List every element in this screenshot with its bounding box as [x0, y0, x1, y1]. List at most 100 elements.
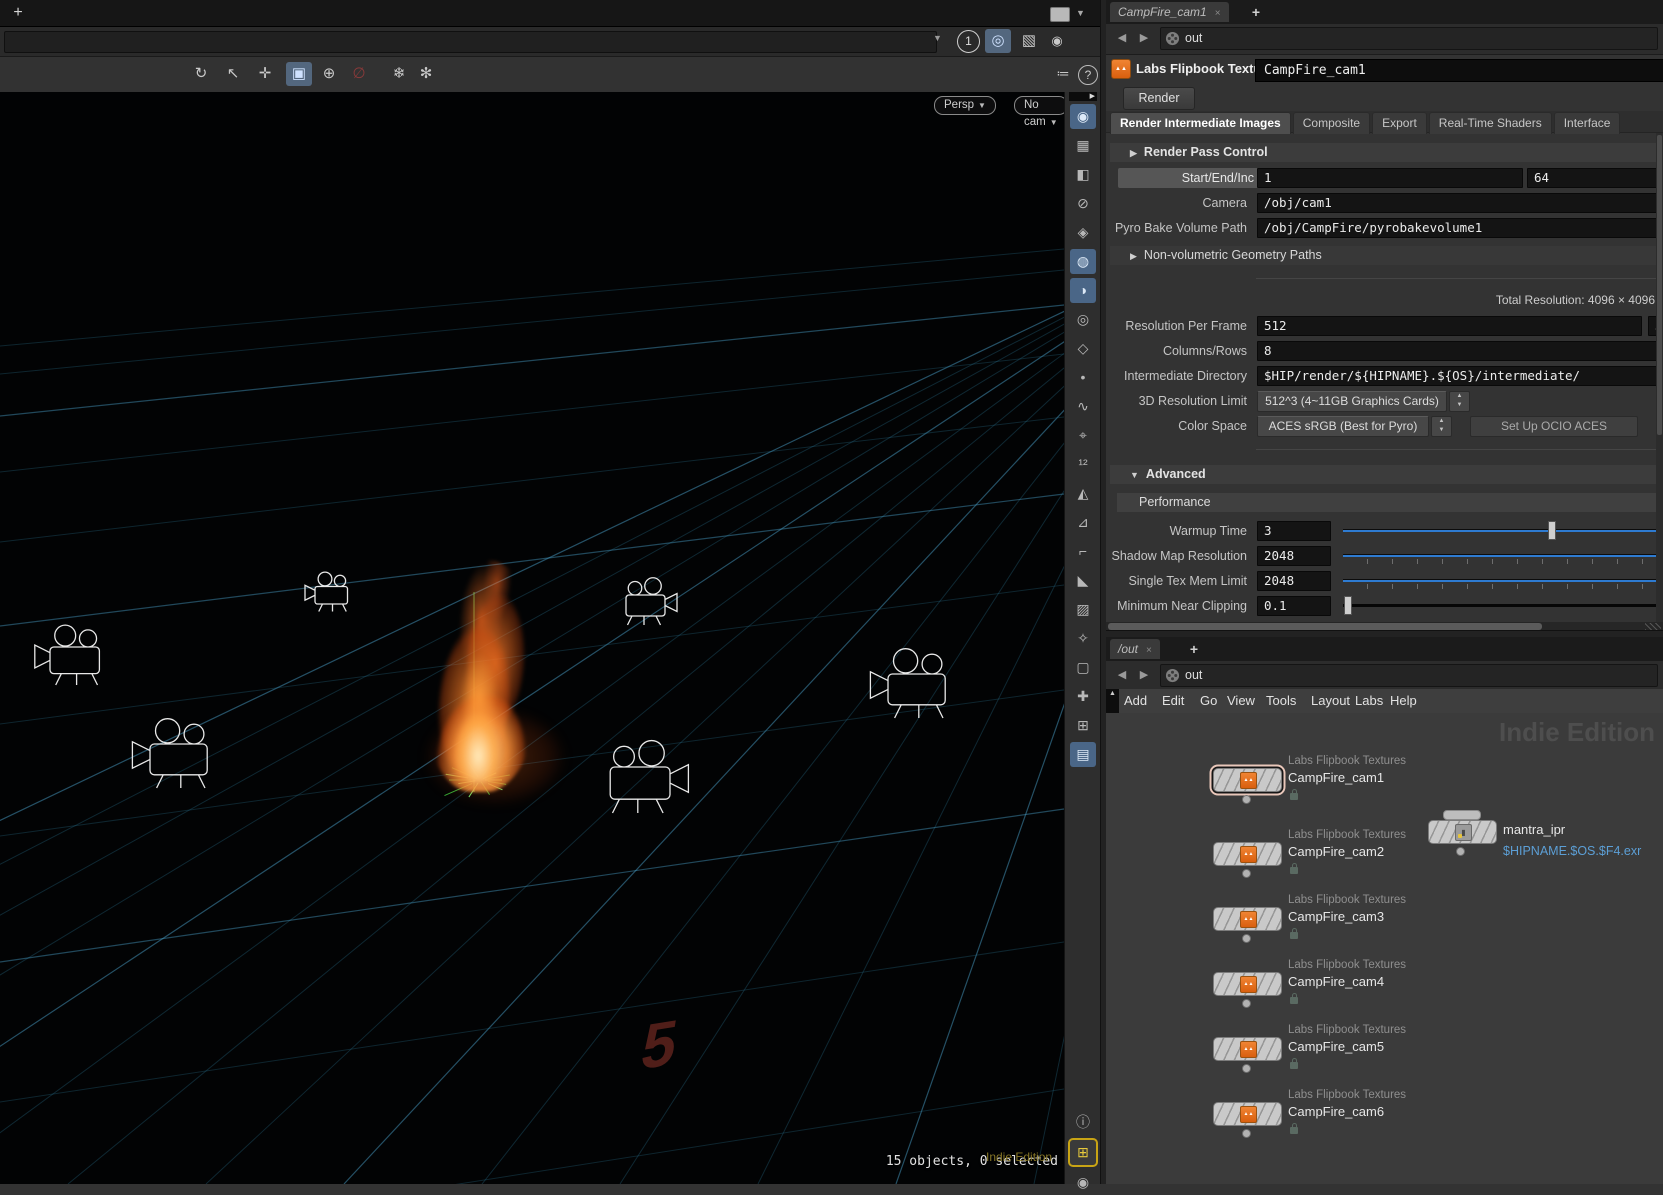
geometry-cube-icon[interactable]: ▧: [1016, 29, 1042, 53]
scrollbar-thumb[interactable]: [1108, 623, 1542, 630]
node-name-label[interactable]: CampFire_cam4: [1288, 974, 1384, 989]
node-campfire_cam1[interactable]: ▲▲: [1213, 768, 1282, 792]
camera-wireframe-1[interactable]: [35, 625, 100, 685]
param-label[interactable]: Camera: [1106, 193, 1247, 213]
character-icon[interactable]: ◉: [1044, 29, 1070, 53]
node-campfire_cam6[interactable]: ▲▲: [1213, 1102, 1282, 1126]
point-markers-icon[interactable]: ⌖: [1070, 423, 1096, 448]
snapshot-icon[interactable]: ▤: [1070, 742, 1096, 767]
scrollbar-thumb[interactable]: [1657, 135, 1662, 435]
camera-inspect-icon[interactable]: ◇: [1070, 336, 1096, 361]
node-output-connector[interactable]: [1242, 999, 1251, 1008]
camera-path-field[interactable]: [1257, 193, 1663, 213]
camera-wireframe-3[interactable]: [305, 572, 348, 611]
back-icon[interactable]: ◀: [1112, 29, 1132, 47]
add-tab-button[interactable]: +: [1246, 2, 1266, 22]
node-output-connector[interactable]: [1242, 795, 1251, 804]
menu-add[interactable]: Add: [1124, 689, 1147, 713]
menu-edit[interactable]: Edit: [1162, 689, 1184, 713]
snapping-icon[interactable]: ❄: [386, 62, 412, 86]
3d-viewport[interactable]: 5 Persp▼ No cam▼ Indie Edition 15 object…: [0, 92, 1064, 1184]
menu-view[interactable]: View: [1227, 689, 1255, 713]
strip-collapse-arrow[interactable]: ▶: [1069, 92, 1097, 101]
high-quality-shading-icon[interactable]: ◑: [1070, 278, 1096, 303]
menubar-collapse-icon[interactable]: ▲: [1106, 689, 1119, 713]
param-label[interactable]: Minimum Near Clipping: [1106, 596, 1247, 616]
param-label[interactable]: Shadow Map Resolution: [1106, 546, 1247, 566]
node-output-flag[interactable]: [1443, 810, 1481, 820]
param-label[interactable]: 3D Resolution Limit: [1106, 391, 1247, 411]
no-cam-button[interactable]: No cam▼: [1014, 96, 1064, 115]
menu-tools[interactable]: Tools: [1266, 689, 1296, 713]
vertical-scrollbar[interactable]: [1656, 133, 1663, 622]
display-options-icon[interactable]: ≔: [1050, 62, 1076, 86]
menu-layout[interactable]: Layout: [1311, 689, 1350, 713]
group-list-icon[interactable]: ✧: [1070, 626, 1096, 651]
intermediate-directory-field[interactable]: [1257, 366, 1663, 386]
frame-badge[interactable]: 1: [957, 30, 980, 53]
shaded-view-icon[interactable]: ◉: [1070, 104, 1096, 129]
menu-go[interactable]: Go: [1200, 689, 1217, 713]
warmup-time-slider[interactable]: [1343, 521, 1661, 539]
node-output-connector[interactable]: [1242, 1064, 1251, 1073]
node-mantra-ipr[interactable]: ▮: [1428, 820, 1497, 844]
resolution-field[interactable]: [1257, 316, 1642, 336]
quad-view-icon[interactable]: ⊞: [1070, 1140, 1096, 1165]
show-points-icon[interactable]: •: [1070, 365, 1096, 390]
move-tool-icon[interactable]: ✛: [252, 62, 278, 86]
normal-lights-icon[interactable]: ◍: [1070, 249, 1096, 274]
node-campfire_cam4[interactable]: ▲▲: [1213, 972, 1282, 996]
param-label[interactable]: Color Space: [1106, 416, 1247, 436]
shadow-map-field[interactable]: [1257, 546, 1331, 566]
spinner-stepper[interactable]: ▲▼: [1431, 416, 1452, 437]
camera-wireframe-5[interactable]: [610, 741, 688, 813]
pane-resize-corner[interactable]: [1645, 623, 1661, 630]
primitive-numbers-icon[interactable]: ⊿: [1070, 510, 1096, 535]
persp-view-button[interactable]: Persp▼: [934, 96, 996, 115]
node-output-connector[interactable]: [1242, 1129, 1251, 1138]
camera-wireframe-2[interactable]: [132, 719, 207, 788]
camera-wireframe-4[interactable]: [626, 578, 677, 625]
point-numbers-icon[interactable]: ¹²: [1070, 452, 1096, 477]
resolution-limit-dropdown[interactable]: 512^3 (4~11GB Graphics Cards): [1257, 391, 1447, 412]
node-name-label[interactable]: CampFire_cam1: [1288, 770, 1384, 785]
section-render-pass-control[interactable]: ▶Render Pass Control: [1110, 143, 1659, 162]
node-name-label[interactable]: CampFire_cam5: [1288, 1039, 1384, 1054]
node-output-connector[interactable]: [1242, 869, 1251, 878]
color-space-dropdown[interactable]: ACES sRGB (Best for Pyro): [1257, 416, 1429, 437]
param-label[interactable]: Single Tex Mem Limit: [1106, 571, 1247, 591]
setup-ocio-aces-button[interactable]: Set Up OCIO ACES: [1470, 416, 1638, 437]
node-name-label[interactable]: CampFire_cam3: [1288, 909, 1384, 924]
profile-handles-icon[interactable]: ⌐: [1070, 539, 1096, 564]
orbit-mode-icon[interactable]: ◎: [985, 29, 1011, 53]
tab-export[interactable]: Export: [1372, 112, 1427, 134]
network-canvas[interactable]: Indie Edition ▲▲Labs Flipbook TexturesCa…: [1106, 713, 1663, 1184]
point-trails-icon[interactable]: ∿: [1070, 394, 1096, 419]
headlight-only-icon[interactable]: ◈: [1070, 220, 1096, 245]
menu-labs[interactable]: Labs: [1355, 689, 1383, 713]
min-near-clip-slider[interactable]: [1343, 596, 1661, 614]
param-label[interactable]: Intermediate Directory: [1106, 366, 1247, 386]
primitive-normals-icon[interactable]: ◭: [1070, 481, 1096, 506]
min-near-clip-field[interactable]: [1257, 596, 1331, 616]
display-options-eye-icon[interactable]: ◎: [1070, 307, 1096, 332]
view-tool-icon[interactable]: ↻: [188, 62, 214, 86]
tab-render-intermediate-images[interactable]: Render Intermediate Images: [1110, 112, 1291, 134]
shadow-map-slider[interactable]: [1343, 546, 1661, 564]
visibility-icon[interactable]: ◉: [1070, 1170, 1096, 1195]
node-output-connector[interactable]: [1242, 934, 1251, 943]
param-label[interactable]: Resolution Per Frame: [1106, 316, 1247, 336]
zoom-region-icon[interactable]: ⊕: [316, 62, 342, 86]
select-tool-icon[interactable]: ↖: [220, 62, 246, 86]
disable-lights-icon[interactable]: ⊘: [1070, 191, 1096, 216]
single-tex-slider[interactable]: [1343, 571, 1661, 589]
chevron-down-icon[interactable]: ▼: [1076, 8, 1085, 18]
subsection-performance[interactable]: Performance: [1117, 493, 1659, 512]
start-frame-field[interactable]: [1257, 168, 1523, 188]
close-icon[interactable]: ×: [1215, 8, 1221, 19]
columns-rows-field[interactable]: [1257, 341, 1663, 361]
origin-axes-icon[interactable]: ✚: [1070, 684, 1096, 709]
tab-real-time-shaders[interactable]: Real-Time Shaders: [1429, 112, 1552, 134]
node-output-path-label[interactable]: $HIPNAME.$OS.$F4.exr: [1503, 844, 1641, 858]
info-icon[interactable]: ⓘ: [1070, 1110, 1096, 1135]
